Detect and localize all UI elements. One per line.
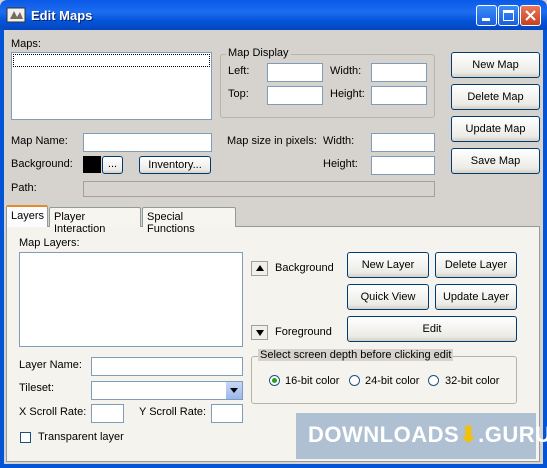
width-input[interactable] [371, 63, 427, 82]
window-frame-left [0, 30, 4, 468]
delete-map-button[interactable]: Delete Map [451, 84, 540, 110]
size-width-input[interactable] [371, 133, 435, 152]
watermark-text: DOWNLOADS⬇.GURU [308, 422, 547, 448]
move-up-button[interactable] [251, 261, 268, 276]
height-input[interactable] [371, 86, 427, 105]
tileset-select[interactable] [91, 381, 243, 400]
radio-24bit-label: 24-bit color [365, 375, 420, 387]
transparent-label: Transparent layer [38, 431, 124, 443]
top-input[interactable] [267, 86, 323, 105]
update-layer-button[interactable]: Update Layer [435, 284, 517, 310]
left-input[interactable] [267, 63, 323, 82]
size-width-label: Width: [323, 135, 355, 147]
transparent-checkbox[interactable] [20, 432, 31, 443]
download-icon: ⬇ [459, 422, 479, 447]
height-label: Height: [330, 88, 365, 100]
x-scroll-label: X Scroll Rate: [19, 406, 87, 418]
tileset-label: Tileset: [19, 382, 55, 394]
size-height-input[interactable] [371, 156, 435, 175]
y-scroll-label: Y Scroll Rate: [139, 406, 207, 418]
tileset-dropdown-button[interactable] [225, 382, 242, 399]
edit-button[interactable]: Edit [347, 316, 517, 342]
map-size-label: Map size in pixels: [227, 135, 317, 147]
focus-rect [13, 54, 210, 67]
path-label: Path: [11, 182, 37, 194]
move-down-button[interactable] [251, 325, 268, 340]
y-scroll-input[interactable] [211, 404, 243, 423]
background-layer-label: Background [275, 262, 334, 274]
width-label: Width: [330, 65, 362, 77]
watermark-suffix: .GURU [478, 422, 547, 447]
radio-24bit[interactable] [349, 375, 360, 386]
path-field [83, 181, 435, 197]
background-browse-button[interactable]: ... [102, 156, 123, 174]
minimize-button[interactable] [476, 5, 497, 26]
maps-label: Maps: [11, 38, 41, 50]
minimize-icon [482, 18, 490, 21]
inventory-button[interactable]: Inventory... [139, 156, 211, 174]
layer-name-input[interactable] [91, 357, 243, 376]
new-layer-button[interactable]: New Layer [347, 252, 429, 278]
map-display-title: Map Display [226, 47, 291, 59]
window-frame-bottom [0, 464, 547, 468]
map-layers-list[interactable] [19, 252, 243, 347]
maximize-button[interactable] [498, 5, 519, 26]
left-label: Left: [228, 65, 250, 77]
background-color-swatch[interactable] [83, 156, 101, 173]
top-label: Top: [228, 88, 249, 100]
radio-32bit-label: 32-bit color [445, 375, 500, 387]
chevron-down-icon [230, 388, 238, 393]
new-map-button[interactable]: New Map [451, 52, 540, 78]
watermark-word: DOWNLOADS [308, 422, 460, 447]
radio-16bit[interactable] [269, 375, 280, 386]
tab-layers[interactable]: Layers [6, 205, 48, 227]
quick-view-button[interactable]: Quick View [347, 284, 429, 310]
tab-special-functions[interactable]: Special Functions [142, 207, 236, 235]
screen-depth-title: Select screen depth before clicking edit [258, 349, 454, 361]
radio-32bit[interactable] [428, 375, 439, 386]
window-frame-right [543, 30, 547, 468]
foreground-layer-label: Foreground [275, 326, 332, 338]
update-map-button[interactable]: Update Map [451, 116, 540, 142]
close-button[interactable] [520, 5, 541, 26]
app-icon [6, 7, 26, 23]
x-scroll-input[interactable] [91, 404, 124, 423]
close-icon [525, 10, 536, 21]
arrow-down-icon [256, 330, 264, 336]
maps-list[interactable] [11, 52, 212, 120]
window-title: Edit Maps [31, 8, 93, 23]
map-layers-label: Map Layers: [19, 237, 80, 249]
save-map-button[interactable]: Save Map [451, 148, 540, 174]
background-label: Background: [11, 158, 73, 170]
map-name-label: Map Name: [11, 135, 68, 147]
arrow-up-icon [256, 265, 264, 271]
tab-player-interaction[interactable]: Player Interaction [49, 207, 141, 235]
delete-layer-button[interactable]: Delete Layer [435, 252, 517, 278]
size-height-label: Height: [323, 158, 358, 170]
layer-name-label: Layer Name: [19, 359, 82, 371]
map-name-input[interactable] [83, 133, 212, 152]
radio-16bit-label: 16-bit color [285, 375, 340, 387]
maximize-icon [503, 10, 514, 21]
